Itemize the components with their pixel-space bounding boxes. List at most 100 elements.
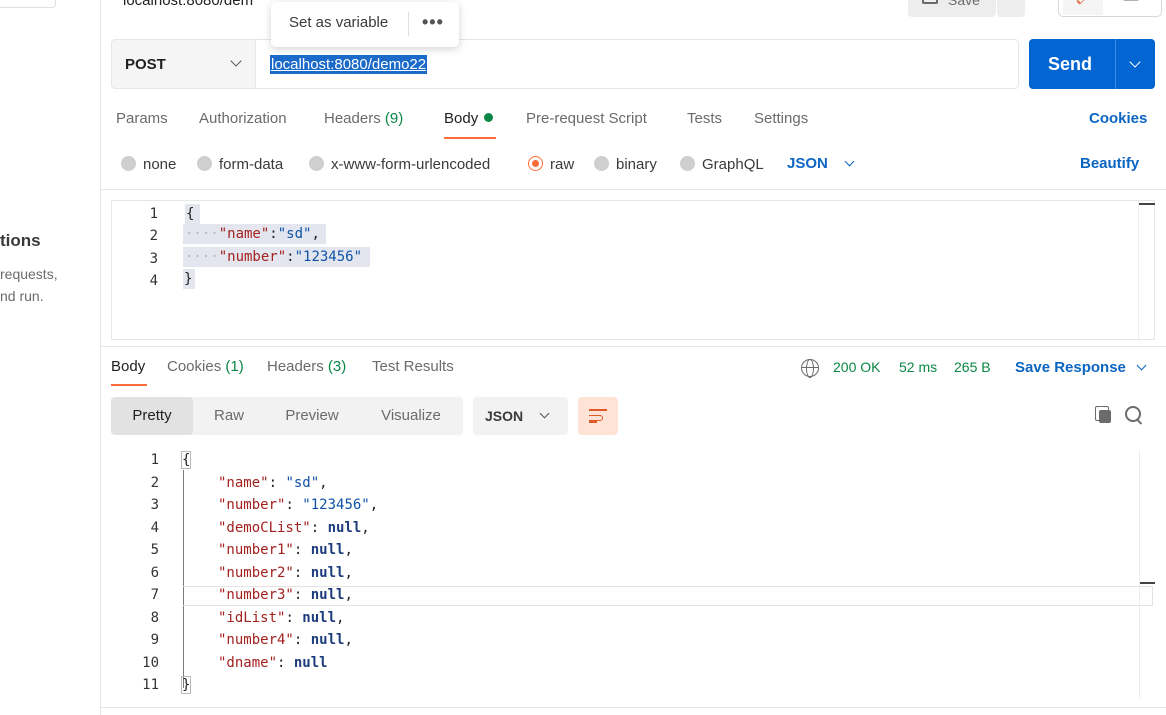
code-brace: } [183, 269, 196, 289]
request-header: localhost:8080/dem Save [101, 0, 1166, 28]
body-format-select[interactable]: JSON [787, 155, 855, 172]
code-brace: { [180, 451, 192, 469]
view-preview-button[interactable]: Preview [273, 397, 351, 435]
line-number: 2 [150, 474, 159, 491]
json-separator: , [344, 632, 353, 648]
cookies-link[interactable]: Cookies [1089, 110, 1147, 127]
tab-body[interactable]: Body [444, 110, 494, 127]
json-value: null [327, 519, 362, 536]
radio-graphql[interactable]: GraphQL [680, 156, 764, 173]
edit-mode-button[interactable] [1063, 0, 1103, 15]
tab-label: Tests [687, 110, 723, 127]
set-as-variable-button[interactable]: Set as variable [289, 14, 388, 31]
view-raw-button[interactable]: Raw [201, 397, 257, 435]
response-time[interactable]: 52 ms [899, 359, 937, 375]
json-value: "123456" [302, 497, 370, 513]
line-number: 4 [150, 519, 159, 536]
request-body-editor[interactable]: 1 2 3 4 { ····"name":"sd", ····"number":… [111, 200, 1155, 341]
line-number: 7 [150, 587, 159, 603]
chevron-down-icon [844, 156, 855, 167]
json-value: null [310, 542, 345, 558]
popover-divider [408, 12, 409, 36]
code-line: "dname": null [218, 654, 328, 671]
tab-label: Settings [754, 110, 809, 127]
save-label: Save [948, 0, 980, 8]
send-button[interactable]: Send [1029, 39, 1155, 89]
tab-label: Headers [267, 358, 324, 375]
response-body-viewer[interactable]: 1 2 3 4 5 6 7 8 9 10 11 {"name": "sd", "number": "12… [111, 450, 1155, 698]
radio-selected-icon [528, 156, 543, 171]
divider [101, 707, 1166, 708]
line-number: 9 [150, 632, 159, 648]
radio-label: form-data [219, 156, 284, 173]
save-response-button[interactable]: Save Response [1015, 359, 1147, 376]
tab-tests[interactable]: Tests [687, 110, 722, 127]
radio-icon [594, 156, 609, 171]
method-select[interactable]: POST [111, 39, 256, 89]
more-options-icon[interactable]: ••• [422, 13, 444, 31]
beautify-button[interactable]: Beautify [1080, 155, 1139, 172]
radio-binary[interactable]: binary [594, 156, 657, 173]
search-icon[interactable] [1125, 406, 1145, 426]
tab-headers[interactable]: Headers (9) [324, 110, 403, 127]
tab-label: Params [116, 110, 168, 127]
response-size[interactable]: 265 B [954, 359, 991, 375]
save-button[interactable]: Save [908, 0, 996, 17]
code-line: "name": "sd", [218, 474, 328, 491]
sidebar-text-line: requests, [0, 266, 58, 282]
json-key: "idList" [218, 609, 286, 626]
request-title[interactable]: localhost:8080/dem [123, 0, 253, 9]
tab-params[interactable]: Params [116, 110, 168, 127]
radio-icon [197, 156, 212, 171]
tab-count: (3) [327, 358, 347, 375]
chevron-down-icon [1136, 360, 1147, 371]
view-pretty-button[interactable]: Pretty [111, 397, 193, 435]
json-value: null [310, 564, 345, 581]
view-mode-group: Pretty Raw Preview Visualize [111, 397, 463, 435]
wrap-lines-button[interactable] [578, 397, 618, 435]
radio-none[interactable]: none [121, 156, 176, 173]
comments-button[interactable] [1111, 0, 1151, 15]
code-line: "demoCList": null, [218, 519, 370, 536]
radio-form-data[interactable]: form-data [197, 156, 283, 173]
radio-icon [121, 156, 136, 171]
json-separator: , [361, 519, 370, 536]
tab-test-results[interactable]: Test Results [372, 358, 454, 375]
globe-icon[interactable] [801, 359, 819, 378]
editor-scrollbar[interactable] [1138, 201, 1155, 341]
mode-toggle-group [1058, 0, 1162, 17]
save-icon [922, 0, 938, 4]
json-key: "demoCList" [218, 519, 311, 536]
json-separator: , [319, 474, 328, 491]
radio-icon [680, 156, 695, 171]
line-number: 3 [149, 251, 158, 267]
status-code[interactable]: 200 OK [833, 359, 880, 375]
response-scrollbar[interactable] [1139, 450, 1155, 698]
line-number: 4 [149, 273, 158, 289]
tab-response-cookies[interactable]: Cookies (1) [167, 358, 244, 375]
save-dropdown-button[interactable] [997, 0, 1025, 17]
line-number: 3 [150, 497, 159, 513]
tab-response-headers[interactable]: Headers (3) [267, 358, 346, 375]
method-value: POST [125, 56, 166, 73]
request-workspace: localhost:8080/dem Save Set as variable … [101, 0, 1166, 715]
tab-response-body[interactable]: Body [111, 358, 145, 375]
copy-icon[interactable] [1095, 406, 1113, 424]
json-key: "name" [218, 226, 270, 242]
radio-label: raw [550, 156, 575, 173]
save-response-label: Save Response [1015, 359, 1126, 376]
json-value: "123456" [294, 249, 363, 265]
chevron-down-icon[interactable] [1129, 56, 1141, 68]
radio-urlencoded[interactable]: x-www-form-urlencoded [309, 156, 490, 173]
chevron-down-icon [230, 55, 242, 67]
response-format-select[interactable]: JSON [473, 397, 568, 435]
view-visualize-button[interactable]: Visualize [367, 397, 455, 435]
tab-settings[interactable]: Settings [754, 110, 808, 127]
sidebar-top-control[interactable] [0, 0, 56, 8]
line-number: 1 [149, 206, 158, 222]
tab-authorization[interactable]: Authorization [199, 110, 287, 127]
tab-pre-request-script[interactable]: Pre-request Script [526, 110, 647, 127]
radio-raw[interactable]: raw [528, 156, 574, 173]
json-key: "dname" [218, 654, 278, 671]
send-divider [1115, 39, 1116, 89]
